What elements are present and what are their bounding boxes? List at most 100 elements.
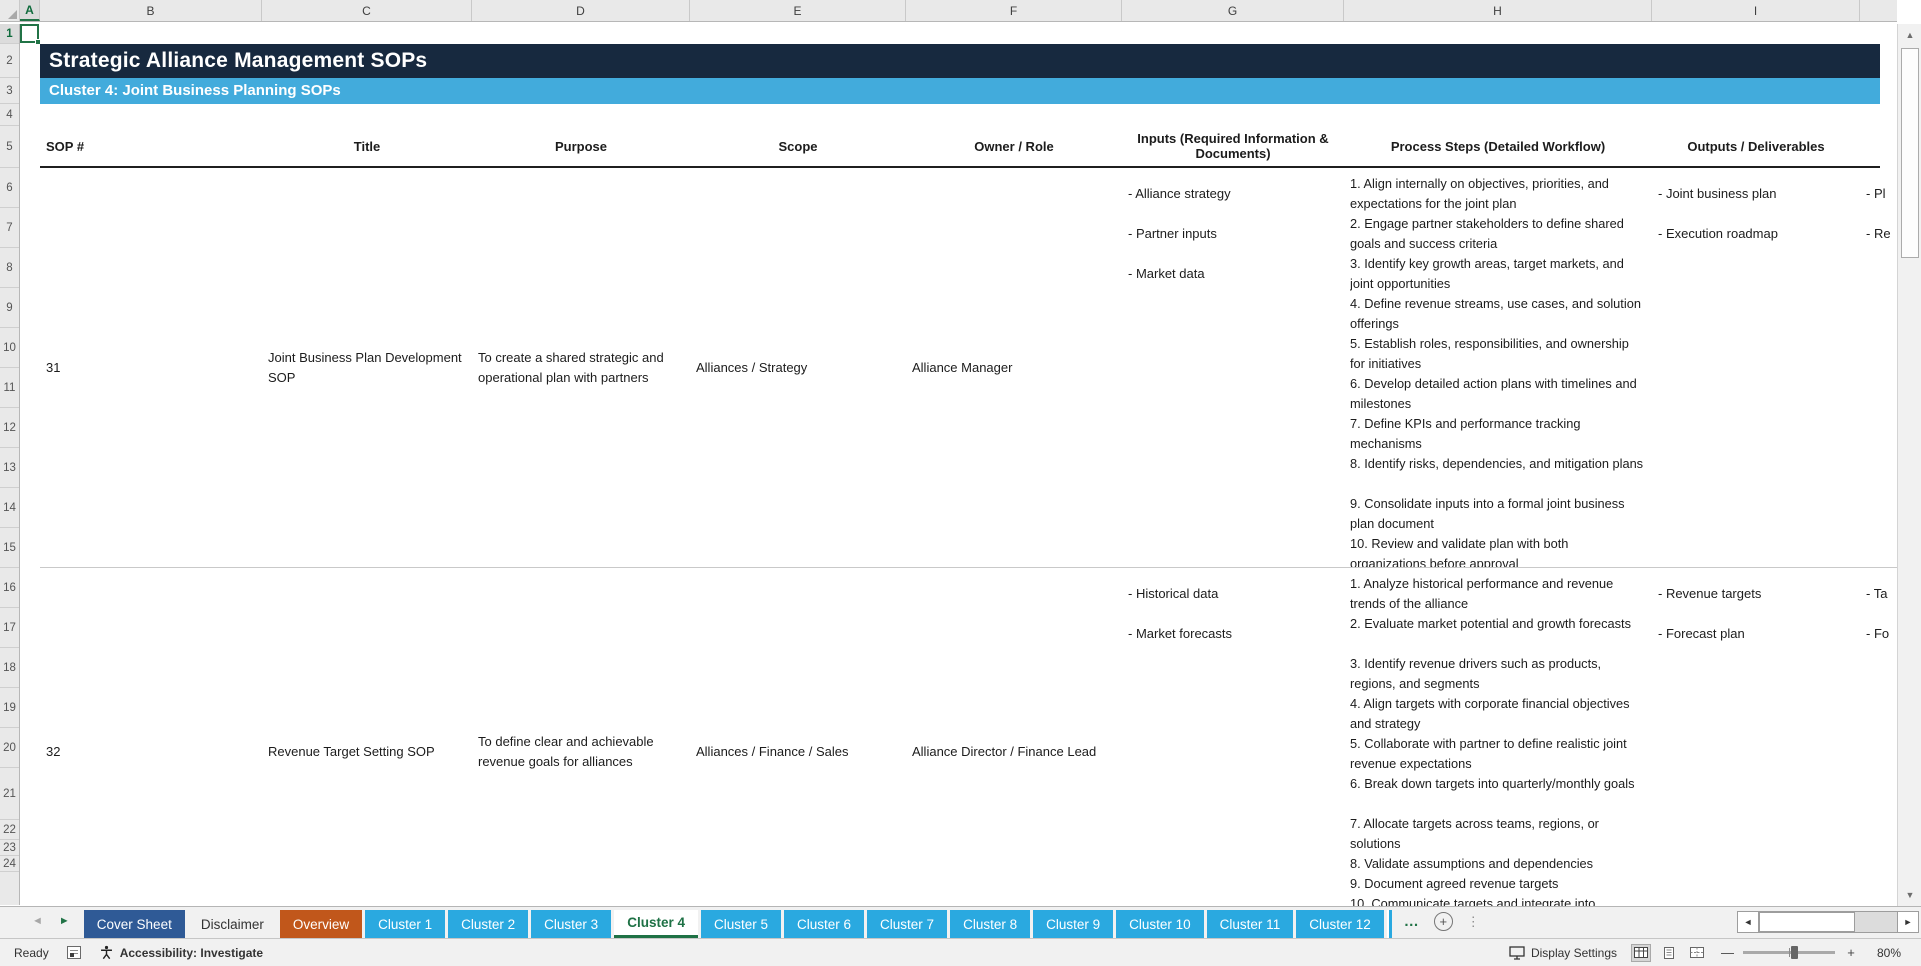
row-header[interactable]: 2 [0, 44, 19, 78]
vertical-scrollbar-thumb[interactable] [1901, 48, 1919, 258]
row-header[interactable]: 7 [0, 208, 19, 248]
cell-title[interactable]: Joint Business Plan Development SOP [262, 168, 472, 567]
more-options-icon[interactable]: ⋮ [1467, 914, 1480, 930]
horizontal-scrollbar-thumb[interactable] [1759, 911, 1855, 932]
active-cell-selection[interactable] [20, 24, 41, 45]
column-header-f[interactable]: F [906, 0, 1122, 21]
cell-process-steps[interactable]: 1. Analyze historical performance and re… [1344, 568, 1652, 906]
tab-overview[interactable]: Overview [279, 910, 363, 938]
column-header-g[interactable]: G [1122, 0, 1344, 21]
zoom-out-icon[interactable]: — [1721, 945, 1734, 960]
row-header[interactable]: 12 [0, 408, 19, 448]
cell-owner[interactable]: Alliance Manager [906, 168, 1122, 567]
cell-outputs[interactable]: - Joint business plan - Execution roadma… [1652, 168, 1860, 567]
row-header[interactable]: 11 [0, 368, 19, 408]
row-header[interactable]: 5 [0, 126, 19, 168]
zoom-in-icon[interactable]: + [1845, 945, 1857, 960]
row-header[interactable]: 6 [0, 168, 19, 208]
scroll-left-icon[interactable]: ◄ [1737, 910, 1759, 933]
row-header[interactable]: 18 [0, 648, 19, 688]
column-header-c[interactable]: C [262, 0, 472, 21]
tab-cluster-3[interactable]: Cluster 3 [531, 910, 612, 938]
row-header[interactable]: 3 [0, 78, 19, 104]
row-header[interactable]: 20 [0, 728, 19, 768]
page-layout-view-icon[interactable] [1659, 944, 1679, 962]
column-header-d[interactable]: D [472, 0, 690, 21]
header-purpose[interactable]: Purpose [472, 126, 690, 166]
column-header-b[interactable]: B [40, 0, 262, 21]
column-header-partial[interactable] [1860, 0, 1897, 21]
scroll-down-icon[interactable]: ▼ [1900, 886, 1920, 904]
row-header[interactable]: 21 [0, 768, 19, 820]
row-header[interactable]: 9 [0, 288, 19, 328]
cluster-subtitle-banner[interactable]: Cluster 4: Joint Business Planning SOPs [40, 78, 1880, 104]
header-scope[interactable]: Scope [690, 126, 906, 166]
cell-inputs[interactable]: - Historical data - Market forecasts [1122, 568, 1344, 906]
cell-scope[interactable]: Alliances / Strategy [690, 168, 906, 567]
row-header[interactable]: 10 [0, 328, 19, 368]
sheet-nav-left-icon[interactable]: ◄ [32, 915, 43, 927]
normal-view-icon[interactable] [1631, 943, 1651, 962]
row-header[interactable]: 4 [0, 104, 19, 126]
tab-cluster-10[interactable]: Cluster 10 [1116, 910, 1204, 938]
tab-cluster-7[interactable]: Cluster 7 [867, 910, 948, 938]
header-title[interactable]: Title [262, 126, 472, 166]
display-settings[interactable]: Display Settings [1509, 946, 1617, 960]
header-inputs[interactable]: Inputs (Required Information & Documents… [1122, 126, 1344, 166]
cell-inputs[interactable]: - Alliance strategy - Partner inputs - M… [1122, 168, 1344, 567]
row-header[interactable]: 15 [0, 528, 19, 568]
tab-cluster-8[interactable]: Cluster 8 [950, 910, 1031, 938]
tab-cluster-4[interactable]: Cluster 4 [614, 910, 698, 938]
header-outputs[interactable]: Outputs / Deliverables [1652, 126, 1860, 166]
scroll-right-icon[interactable]: ► [1897, 910, 1919, 933]
tab-cluster-9[interactable]: Cluster 9 [1033, 910, 1114, 938]
row-header[interactable]: 13 [0, 448, 19, 488]
cell-title[interactable]: Revenue Target Setting SOP [262, 568, 472, 906]
row-header[interactable]: 19 [0, 688, 19, 728]
accessibility-status[interactable]: Accessibility: Investigate [99, 945, 263, 960]
cell-clipped-column[interactable]: - Ta - Fo [1860, 568, 1897, 906]
cell-sop-number[interactable]: 31 [40, 168, 262, 567]
add-sheet-icon[interactable]: + [1433, 912, 1453, 931]
row-header[interactable]: 22 [0, 820, 19, 840]
cell-sop-number[interactable]: 32 [40, 568, 262, 906]
zoom-slider[interactable] [1743, 946, 1835, 959]
tab-overflow-ellipsis[interactable]: … [1404, 913, 1420, 930]
cell-scope[interactable]: Alliances / Finance / Sales [690, 568, 906, 906]
column-header-a[interactable]: A [20, 0, 40, 21]
workbook-title-banner[interactable]: Strategic Alliance Management SOPs [40, 44, 1880, 78]
cell-clipped-column[interactable]: - Pl - Re [1860, 168, 1897, 567]
row-header[interactable]: 14 [0, 488, 19, 528]
cell-process-steps[interactable]: 1. Align internally on objectives, prior… [1344, 168, 1652, 567]
tab-cluster-2[interactable]: Cluster 2 [448, 910, 529, 938]
tab-cover-sheet[interactable]: Cover Sheet [83, 910, 185, 938]
column-header-h[interactable]: H [1344, 0, 1652, 21]
header-sop[interactable]: SOP # [40, 126, 262, 166]
vertical-scrollbar[interactable]: ▲ ▼ [1897, 24, 1921, 906]
row-header[interactable]: 23 [0, 840, 19, 856]
header-owner[interactable]: Owner / Role [906, 126, 1122, 166]
zoom-level[interactable]: 80% [1871, 946, 1901, 960]
select-all-corner[interactable] [0, 0, 20, 21]
row-header[interactable]: 24 [0, 856, 19, 872]
macro-record-icon[interactable] [66, 946, 81, 959]
header-process[interactable]: Process Steps (Detailed Workflow) [1344, 126, 1652, 166]
row-header[interactable]: 17 [0, 608, 19, 648]
tab-cluster-11[interactable]: Cluster 11 [1206, 910, 1294, 938]
tab-cluster-1[interactable]: Cluster 1 [365, 910, 446, 938]
scroll-up-icon[interactable]: ▲ [1900, 26, 1920, 44]
cell-purpose[interactable]: To create a shared strategic and operati… [472, 168, 690, 567]
cell-outputs[interactable]: - Revenue targets - Forecast plan [1652, 568, 1860, 906]
tab-cluster-5[interactable]: Cluster 5 [700, 910, 782, 938]
column-header-e[interactable]: E [690, 0, 906, 21]
tab-disclaimer[interactable]: Disclaimer [187, 910, 277, 938]
column-header-i[interactable]: I [1652, 0, 1860, 21]
cell-owner[interactable]: Alliance Director / Finance Lead [906, 568, 1122, 906]
row-header[interactable]: 16 [0, 568, 19, 608]
row-header[interactable]: 1 [0, 24, 19, 44]
zoom-slider-thumb[interactable] [1791, 946, 1798, 959]
cell-purpose[interactable]: To define clear and achievable revenue g… [472, 568, 690, 906]
tab-cluster-12[interactable]: Cluster 12 [1296, 910, 1384, 938]
sheet-nav-right-icon[interactable]: ► [59, 915, 70, 927]
tab-cluster-6[interactable]: Cluster 6 [784, 910, 865, 938]
